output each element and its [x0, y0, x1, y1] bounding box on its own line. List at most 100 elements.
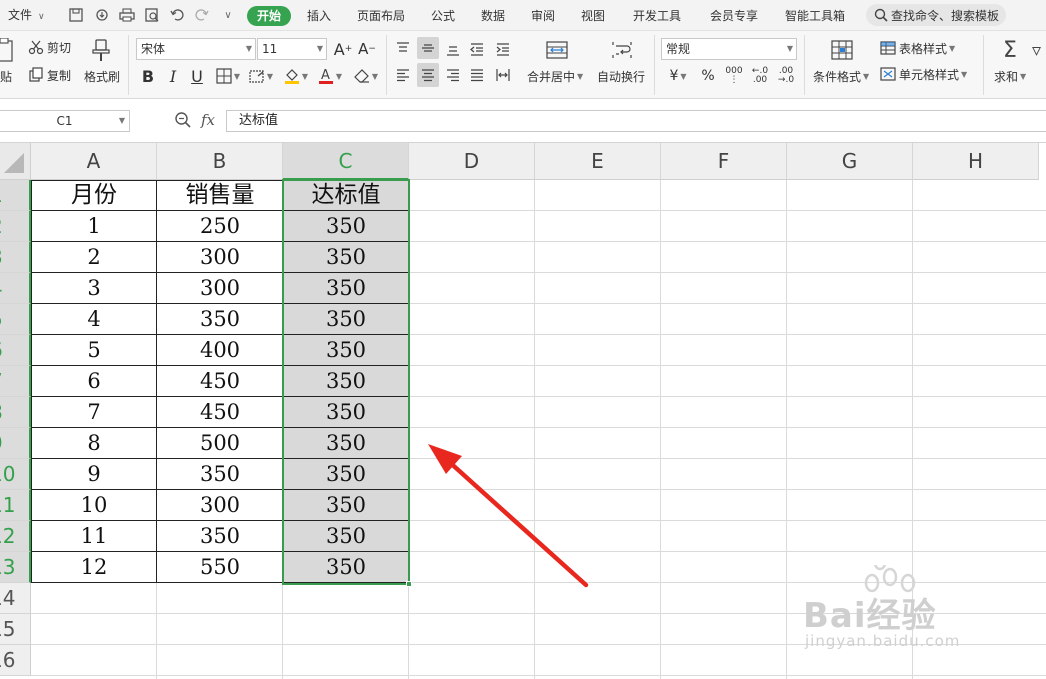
row-header[interactable]: 7 [0, 366, 31, 397]
tab-member[interactable]: 会员专享 [710, 6, 758, 26]
print-icon[interactable] [117, 5, 137, 25]
clear-format-icon[interactable]: ▼ [352, 65, 380, 87]
table-cell[interactable]: 5 [31, 335, 157, 366]
row-header[interactable]: 3 [0, 242, 31, 273]
justify-icon[interactable] [467, 65, 487, 85]
tab-home[interactable]: 开始 [247, 6, 292, 26]
filter-icon[interactable]: ▿ [1032, 39, 1046, 61]
tab-smart-tools[interactable]: 智能工具箱 [785, 6, 845, 26]
cut-button[interactable]: 剪切 [28, 37, 71, 57]
row-header[interactable]: 14 [0, 583, 31, 614]
column-header-f[interactable]: F [661, 143, 787, 180]
table-header-cell[interactable]: 月份 [31, 180, 157, 211]
thousands-icon[interactable]: 000 ⋮ [723, 65, 745, 87]
fill-handle[interactable] [406, 581, 412, 587]
paste-button[interactable]: 贴 [0, 67, 12, 85]
decrease-decimal-icon[interactable]: .00 →.0 [775, 65, 797, 87]
column-header-g[interactable]: G [787, 143, 913, 180]
sum-button[interactable]: 求和 ▼ [994, 67, 1026, 85]
formula-input[interactable]: 达标值 [226, 110, 1046, 132]
redo-icon[interactable] [192, 5, 212, 25]
sum-icon[interactable]: Σ [999, 37, 1021, 63]
table-cell[interactable]: 500 [157, 428, 283, 459]
export-icon[interactable] [92, 5, 112, 25]
tab-data[interactable]: 数据 [481, 6, 505, 26]
align-left-icon[interactable] [393, 65, 413, 85]
table-cell[interactable]: 350 [157, 459, 283, 490]
fill-style-icon[interactable]: ▼ [247, 65, 275, 87]
row-header[interactable]: 4 [0, 273, 31, 304]
align-center-icon[interactable] [417, 63, 439, 87]
table-style-button[interactable]: 表格样式 ▼ [880, 39, 955, 57]
table-cell[interactable]: 11 [31, 521, 157, 552]
number-format-select[interactable]: 常规 ▼ [661, 38, 797, 60]
table-cell[interactable]: 2 [31, 242, 157, 273]
select-all-corner[interactable] [0, 143, 31, 180]
cell-style-button[interactable]: 单元格样式 ▼ [880, 65, 967, 83]
row-header[interactable]: 13 [0, 552, 31, 583]
row-header[interactable]: 9 [0, 428, 31, 459]
command-search[interactable]: 查找命令、搜索模板 [866, 4, 1006, 26]
column-header-b[interactable]: B [157, 143, 283, 180]
paste-icon[interactable] [0, 37, 14, 63]
format-painter-icon[interactable] [88, 37, 114, 65]
row-header[interactable]: 1 [0, 180, 31, 211]
table-cell[interactable]: 300 [157, 490, 283, 521]
font-size-select[interactable]: 11 ▼ [257, 38, 327, 60]
borders-icon[interactable]: ▼ [214, 65, 242, 87]
copy-button[interactable]: 复制 [28, 65, 71, 85]
row-header[interactable]: 16 [0, 645, 31, 676]
row-header[interactable]: 12 [0, 521, 31, 552]
indent-decrease-icon[interactable] [467, 39, 487, 59]
table-header-cell[interactable]: 销售量 [157, 180, 283, 211]
align-top-icon[interactable] [393, 39, 413, 59]
table-cell[interactable]: 8 [31, 428, 157, 459]
row-header[interactable]: 6 [0, 335, 31, 366]
font-grow-icon[interactable]: A + [334, 38, 353, 60]
fill-color-icon[interactable]: ▼ [282, 65, 310, 87]
conditional-format-icon[interactable] [829, 39, 855, 61]
align-middle-icon[interactable] [417, 37, 439, 59]
tab-insert[interactable]: 插入 [307, 6, 331, 26]
indent-increase-icon[interactable] [493, 39, 513, 59]
percent-icon[interactable]: % [698, 65, 718, 87]
column-header-e[interactable]: E [535, 143, 661, 180]
row-header[interactable]: 2 [0, 211, 31, 242]
name-box[interactable]: C1 ▼ [0, 110, 130, 132]
table-cell[interactable]: 300 [157, 273, 283, 304]
align-bottom-icon[interactable] [443, 39, 463, 59]
table-cell[interactable]: 12 [31, 552, 157, 583]
file-menu[interactable]: 文件 ∨ [0, 6, 45, 24]
zoom-search-icon[interactable] [174, 111, 194, 131]
tab-view[interactable]: 视图 [581, 6, 605, 26]
merge-center-icon[interactable] [544, 39, 570, 61]
table-cell[interactable]: 10 [31, 490, 157, 521]
insert-function-icon[interactable]: fx [201, 111, 215, 129]
table-cell[interactable]: 7 [31, 397, 157, 428]
tab-review[interactable]: 审阅 [531, 6, 555, 26]
table-cell[interactable]: 350 [157, 521, 283, 552]
table-cell[interactable]: 4 [31, 304, 157, 335]
table-cell[interactable]: 6 [31, 366, 157, 397]
chevron-down-icon[interactable]: ∨ [218, 5, 238, 25]
tab-formulas[interactable]: 公式 [431, 6, 455, 26]
table-cell[interactable]: 250 [157, 211, 283, 242]
font-name-select[interactable]: 宋体 ▼ [136, 38, 256, 60]
bold-icon[interactable]: B [139, 65, 157, 87]
wrap-text-icon[interactable] [609, 39, 635, 61]
table-cell[interactable]: 300 [157, 242, 283, 273]
tab-developer[interactable]: 开发工具 [633, 6, 681, 26]
table-cell[interactable]: 3 [31, 273, 157, 304]
column-header-d[interactable]: D [409, 143, 535, 180]
row-header[interactable]: 10 [0, 459, 31, 490]
font-color-icon[interactable]: A ▼ [316, 65, 344, 87]
tab-page-layout[interactable]: 页面布局 [357, 6, 405, 26]
underline-icon[interactable]: U [188, 65, 206, 87]
table-cell[interactable]: 400 [157, 335, 283, 366]
undo-icon[interactable] [167, 5, 187, 25]
increase-decimal-icon[interactable]: ←.0.00 [749, 65, 771, 87]
row-header[interactable]: 11 [0, 490, 31, 521]
save-icon[interactable] [66, 5, 86, 25]
merge-center-button[interactable]: 合并居中 ▼ [527, 67, 583, 85]
italic-icon[interactable]: I [164, 65, 182, 87]
